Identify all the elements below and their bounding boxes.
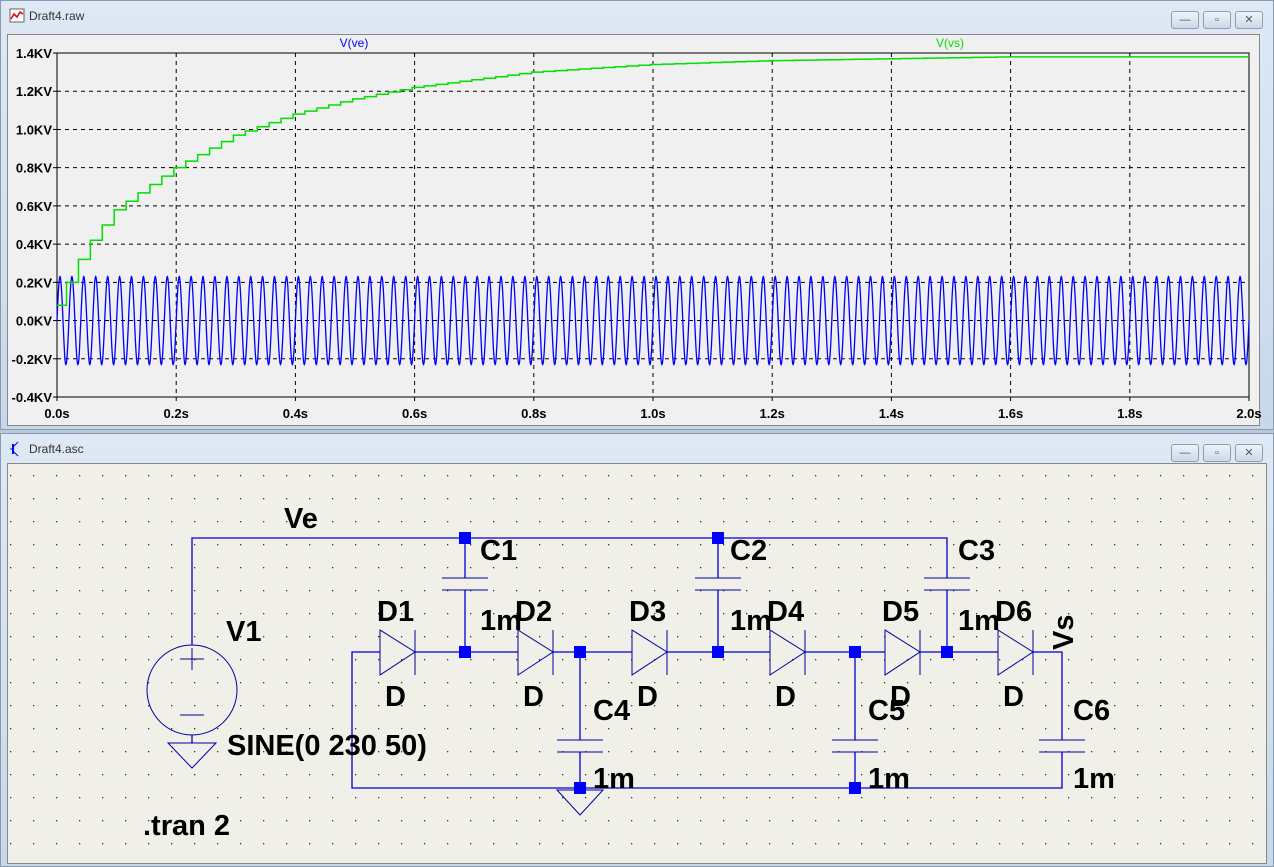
window-title: Draft4.asc — [29, 442, 84, 456]
y-tick-label: 1.2KV — [16, 84, 52, 99]
schematic-titlebar[interactable]: Draft4.asc — ▫ ✕ — [1, 434, 1273, 464]
y-tick-label: 0.0KV — [16, 314, 52, 329]
x-tick-label: 0.6s — [402, 406, 427, 421]
x-tick-label: 0.8s — [521, 406, 546, 421]
y-tick-label: 0.2KV — [16, 275, 52, 290]
y-tick-label: 0.4KV — [16, 237, 52, 252]
close-button[interactable]: ✕ — [1235, 444, 1263, 462]
x-tick-label: 0.0s — [44, 406, 69, 421]
x-tick-label: 1.4s — [879, 406, 904, 421]
x-tick-label: 1.0s — [640, 406, 665, 421]
close-icon: ✕ — [1244, 447, 1254, 459]
y-tick-label: -0.2KV — [12, 352, 53, 367]
legend-ve[interactable]: V(ve) — [340, 36, 369, 50]
maximize-icon: ▫ — [1215, 447, 1219, 459]
schematic-window: Draft4.asc — ▫ ✕ — [0, 433, 1274, 867]
minimize-button[interactable]: — — [1171, 444, 1199, 462]
x-tick-label: 2.0s — [1236, 406, 1261, 421]
y-tick-label: 0.6KV — [16, 199, 52, 214]
minimize-icon: — — [1179, 447, 1191, 459]
x-tick-label: 1.2s — [760, 406, 785, 421]
legend-vs[interactable]: V(vs) — [936, 36, 964, 50]
x-tick-label: 1.6s — [998, 406, 1023, 421]
maximize-button[interactable]: ▫ — [1203, 444, 1231, 462]
y-tick-label: -0.4KV — [12, 390, 53, 405]
y-tick-label: 0.8KV — [16, 161, 52, 176]
waveform-chart: 0.0s 0.2s 0.4s 0.6s 0.8s 1.0s 1.2s 1.4s 1.6s 1.8s… — [12, 36, 1262, 421]
x-tick-label: 1.8s — [1117, 406, 1142, 421]
x-tick-label: 0.2s — [164, 406, 189, 421]
y-tick-label: 1.0KV — [16, 122, 52, 137]
y-tick-label: 1.4KV — [16, 46, 52, 61]
x-tick-label: 0.4s — [283, 406, 308, 421]
transistor-icon — [10, 441, 19, 457]
schematic-pane[interactable] — [7, 463, 1267, 864]
